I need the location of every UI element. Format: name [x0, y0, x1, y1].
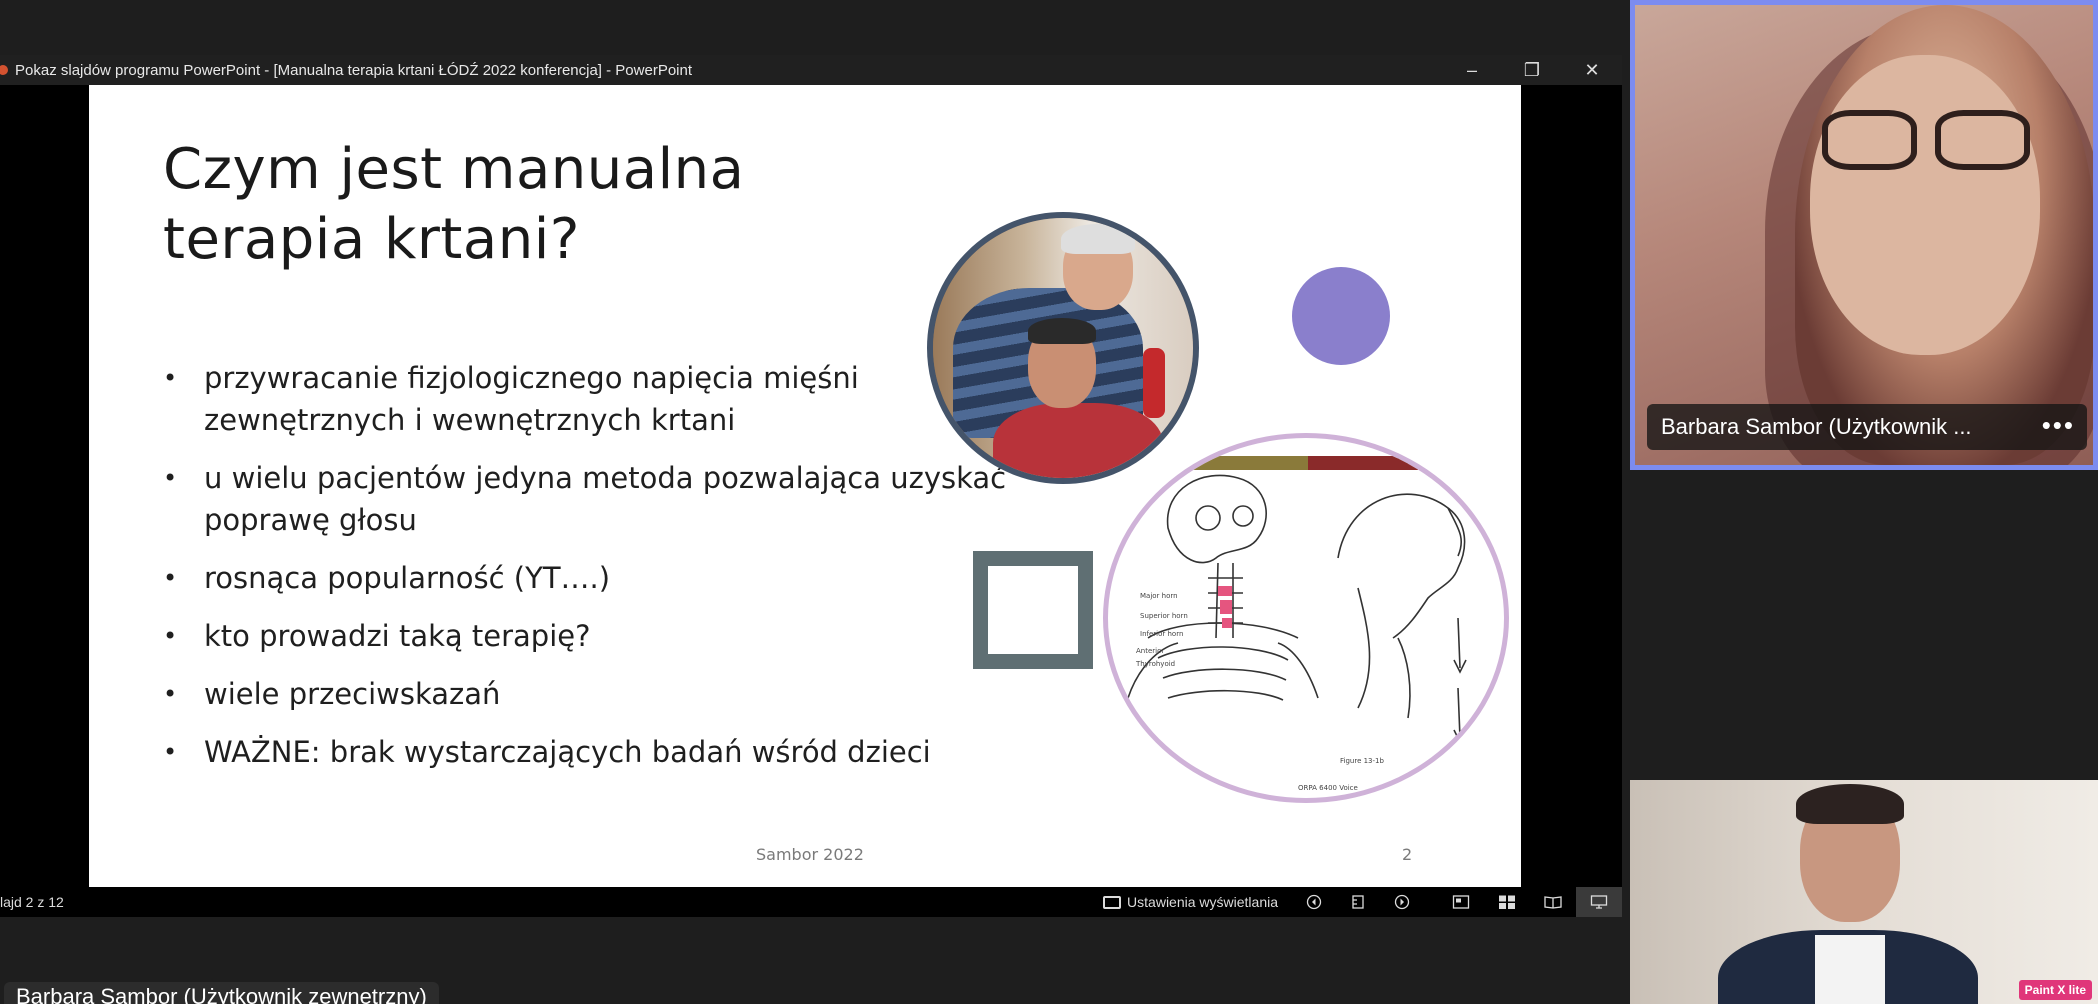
participant-video-self[interactable]: Paint X lite	[1630, 780, 2098, 1004]
bullet-item: kto prowadzi taką terapię?	[163, 615, 1023, 657]
participant-name-tag: Barbara Sambor (Użytkownik ... •••	[1647, 404, 2087, 450]
svg-text:ORPA 6400 Voice: ORPA 6400 Voice	[1298, 784, 1358, 792]
bullet-item: przywracanie fizjologicznego napięcia mi…	[163, 357, 1023, 441]
powerpoint-app-icon	[0, 65, 8, 75]
svg-text:Major horn: Major horn	[1140, 592, 1178, 600]
status-controls: Ustawienia wyświetlania	[1089, 887, 1622, 917]
slideshow-view-icon[interactable]	[1576, 887, 1622, 917]
svg-text:Figure 13-1b: Figure 13-1b	[1340, 757, 1384, 765]
prev-icon[interactable]	[1292, 887, 1336, 917]
bullet-item: rosnąca popularność (YT….)	[163, 557, 1023, 599]
slide-footer: Sambor 2022 2	[89, 845, 1521, 869]
decorative-gray-square	[973, 551, 1093, 669]
footer-text: Sambor 2022	[756, 845, 864, 864]
slide-sorter-icon[interactable]	[1336, 887, 1380, 917]
larynx-anatomy-illustration: Major horn Superior horn Inferior horn A…	[1103, 433, 1509, 803]
window-title: Pokaz slajdów programu PowerPoint - [Man…	[15, 61, 693, 79]
shared-screen-owner-label: Barbara Sambor (Użytkownik zewnętrzny)	[4, 982, 439, 1004]
decorative-purple-circle	[1292, 267, 1390, 365]
monitor-icon	[1103, 895, 1122, 909]
slideshow-status-bar: lajd 2 z 12 Ustawienia wyświetlania	[0, 887, 1622, 917]
close-button[interactable]: ✕	[1562, 55, 1622, 85]
svg-text:Thyrohyoid: Thyrohyoid	[1135, 660, 1175, 668]
slide-canvas[interactable]: Czym jest manualna terapia krtani? przyw…	[89, 85, 1521, 887]
powerpoint-slideshow-window: Pokaz slajdów programu PowerPoint - [Man…	[0, 55, 1622, 917]
zoom-meeting-screen: Pokaz slajdów programu PowerPoint - [Man…	[0, 0, 2098, 1004]
participant-video-active-speaker[interactable]: Barbara Sambor (Użytkownik ... •••	[1630, 0, 2098, 470]
slide-title-line-1: Czym jest manualna	[163, 137, 745, 202]
participant-name: Barbara Sambor (Użytkownik ...	[1661, 414, 1972, 439]
slide-counter: lajd 2 z 12	[0, 894, 64, 910]
svg-text:Anterior: Anterior	[1136, 647, 1164, 655]
bullet-item: u wielu pacjentów jedyna metoda pozwalaj…	[163, 457, 1023, 541]
svg-text:Inferior horn: Inferior horn	[1140, 630, 1183, 638]
display-settings-button[interactable]: Ustawienia wyświetlania	[1089, 887, 1292, 917]
next-icon[interactable]	[1380, 887, 1424, 917]
svg-text:Superior horn: Superior horn	[1140, 612, 1188, 620]
grid-view-icon[interactable]	[1484, 887, 1530, 917]
window-titlebar: Pokaz slajdów programu PowerPoint - [Man…	[0, 55, 1622, 85]
slide-title-line-2: terapia krtani?	[163, 207, 580, 272]
bullet-item: wiele przeciwskazań	[163, 673, 1023, 715]
window-controls: – ❐ ✕	[1442, 55, 1622, 85]
restore-button[interactable]: ❐	[1502, 55, 1562, 85]
more-options-icon[interactable]: •••	[2042, 410, 2075, 441]
glasses	[1822, 110, 1917, 170]
normal-view-icon[interactable]	[1438, 887, 1484, 917]
slide-number: 2	[1402, 845, 1413, 864]
reading-view-icon[interactable]	[1530, 887, 1576, 917]
minimize-button[interactable]: –	[1442, 55, 1502, 85]
slide-title: Czym jest manualna terapia krtani?	[163, 135, 863, 275]
paint-x-lite-badge: Paint X lite	[2018, 980, 2092, 1000]
display-settings-label: Ustawienia wyświetlania	[1127, 894, 1278, 910]
bullet-list: przywracanie fizjologicznego napięcia mi…	[163, 357, 1023, 789]
bullet-item: WAŻNE: brak wystarczających badań wśród …	[163, 731, 1023, 773]
